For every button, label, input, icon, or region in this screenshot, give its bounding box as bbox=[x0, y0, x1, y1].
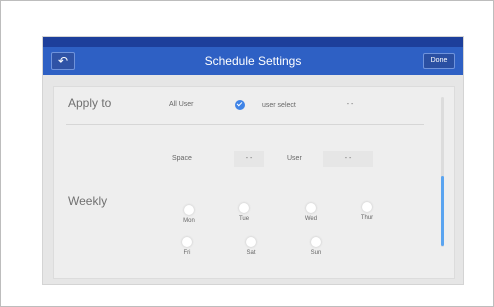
user-label: User bbox=[287, 155, 302, 162]
day-toggle[interactable] bbox=[184, 205, 194, 215]
done-button[interactable]: Done bbox=[423, 53, 455, 69]
day-label: Thur bbox=[360, 215, 374, 221]
divider bbox=[66, 124, 424, 125]
scrollbar[interactable] bbox=[441, 97, 444, 247]
all-user-checkbox[interactable] bbox=[235, 100, 245, 110]
day-wed[interactable]: Wed bbox=[296, 203, 326, 222]
space-label: Space bbox=[172, 155, 192, 162]
title-bar: Schedule Settings ↶ Done bbox=[43, 47, 463, 75]
day-fri[interactable]: Fri bbox=[172, 237, 202, 256]
scrollbar-thumb[interactable] bbox=[441, 176, 444, 246]
day-toggle[interactable] bbox=[311, 237, 321, 247]
apply-to-label: Apply to bbox=[68, 96, 112, 110]
all-user-label: All User bbox=[169, 101, 194, 108]
day-tue[interactable]: Tue bbox=[229, 203, 259, 222]
day-toggle[interactable] bbox=[362, 202, 372, 212]
day-sun[interactable]: Sun bbox=[301, 237, 331, 256]
day-label: Mon bbox=[183, 218, 195, 224]
page-title: Schedule Settings bbox=[204, 54, 302, 68]
day-mon[interactable]: Mon bbox=[174, 205, 204, 224]
day-label: Wed bbox=[304, 216, 318, 222]
day-label: Sat bbox=[246, 250, 256, 256]
day-label: Sun bbox=[310, 250, 322, 256]
day-thur[interactable]: Thur bbox=[352, 202, 382, 221]
day-toggle[interactable] bbox=[246, 237, 256, 247]
day-label: Fri bbox=[183, 250, 191, 256]
user-select-label: user select bbox=[262, 102, 296, 109]
user-dropdown[interactable]: - - bbox=[323, 151, 373, 167]
weekly-label: Weekly bbox=[68, 194, 108, 208]
device-screen: Schedule Settings ↶ Done Apply to All Us… bbox=[42, 36, 464, 285]
back-button[interactable]: ↶ bbox=[51, 52, 75, 70]
day-toggle[interactable] bbox=[239, 203, 249, 213]
day-toggle[interactable] bbox=[182, 237, 192, 247]
status-strip bbox=[43, 37, 463, 47]
settings-panel: Apply to All User user select - - Space … bbox=[53, 86, 455, 279]
day-sat[interactable]: Sat bbox=[236, 237, 266, 256]
day-label: Tue bbox=[238, 216, 250, 222]
day-toggle[interactable] bbox=[306, 203, 316, 213]
space-dropdown[interactable]: - - bbox=[234, 151, 264, 167]
user-select-dropdown[interactable]: - - bbox=[337, 97, 363, 113]
back-arrow-icon: ↶ bbox=[57, 54, 69, 68]
